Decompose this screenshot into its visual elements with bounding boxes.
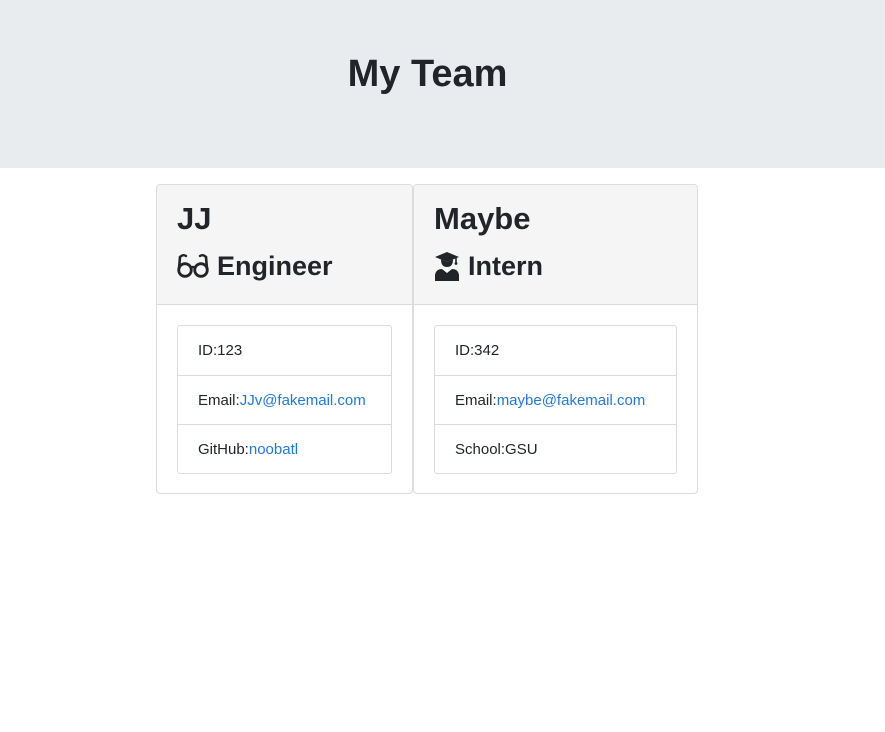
card-header: Maybe Intern <box>414 185 697 305</box>
page-title: My Team <box>347 53 508 95</box>
id-row: ID: 342 <box>435 326 676 375</box>
employee-role: Engineer <box>177 249 333 283</box>
email-link[interactable]: maybe@fakemail.com <box>497 392 646 409</box>
employee-name: Maybe <box>434 201 531 236</box>
employee-details: ID: 342 Email: maybe@fakemail.com School… <box>434 325 677 474</box>
email-link[interactable]: JJv@fakemail.com <box>240 392 366 409</box>
employee-role: Intern <box>434 249 543 283</box>
role-label: Engineer <box>217 250 333 281</box>
card-header: JJ Engineer <box>157 185 412 305</box>
school-label: School: <box>455 440 506 458</box>
github-row: GitHub: noobatl <box>178 424 391 473</box>
id-value: 123 <box>217 342 243 359</box>
glasses-icon <box>177 253 209 279</box>
employee-card-engineer: JJ Engineer ID: 123 Email: JJv@fakemail.… <box>156 184 413 494</box>
employee-card-intern: Maybe Intern ID: 342 Email: maybe@fakema… <box>413 184 698 494</box>
id-label: ID: <box>455 342 475 359</box>
page-header: My Team <box>0 0 885 168</box>
graduate-icon <box>434 251 460 281</box>
email-row: Email: JJv@fakemail.com <box>178 375 391 424</box>
id-value: 342 <box>474 342 500 359</box>
school-row: School: GSU <box>435 424 676 473</box>
email-row: Email: maybe@fakemail.com <box>435 375 676 424</box>
role-label: Intern <box>468 250 544 281</box>
school-value: GSU <box>505 440 538 458</box>
employee-name: JJ <box>177 201 212 236</box>
id-label: ID: <box>198 342 218 359</box>
email-label: Email: <box>455 391 497 409</box>
id-row: ID: 123 <box>178 326 391 375</box>
github-link[interactable]: noobatl <box>249 441 298 458</box>
email-label: Email: <box>198 391 240 409</box>
employee-details: ID: 123 Email: JJv@fakemail.com GitHub: … <box>177 325 392 474</box>
github-label: GitHub: <box>198 440 249 458</box>
